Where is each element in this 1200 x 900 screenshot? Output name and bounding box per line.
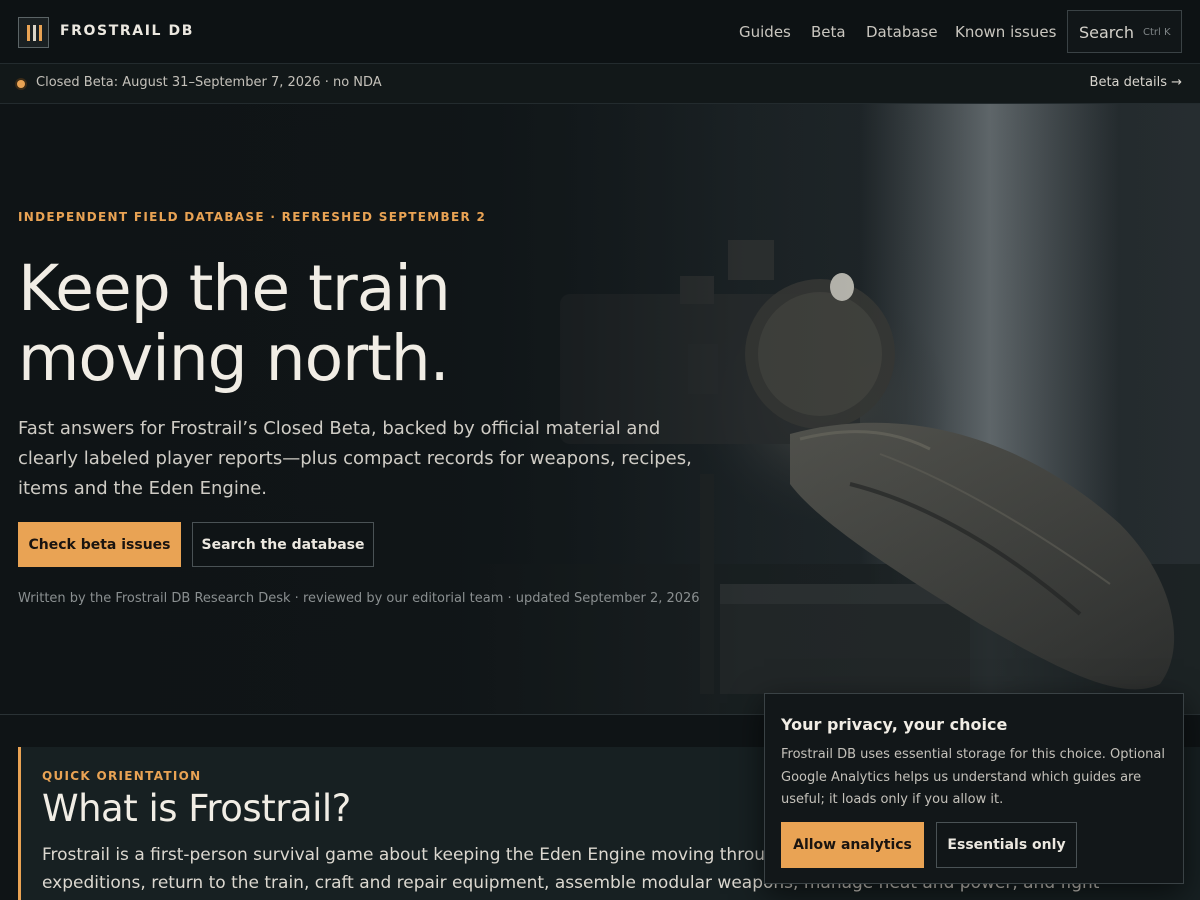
hero-eyebrow: INDEPENDENT FIELD DATABASE · REFRESHED S… xyxy=(18,210,487,224)
hero-description: Fast answers for Frostrail’s Closed Beta… xyxy=(18,418,692,499)
privacy-consent-dialog: Your privacy, your choice Frostrail DB u… xyxy=(764,693,1184,884)
search-button[interactable]: Search Ctrl K xyxy=(1067,10,1182,53)
beta-details-link[interactable]: Beta details → xyxy=(1090,75,1182,90)
nav-link-database[interactable]: Database xyxy=(866,23,938,41)
nav-link-known-issues[interactable]: Known issues xyxy=(955,23,1056,41)
logo-icon[interactable] xyxy=(18,17,49,48)
hero-title-line-2: moving north. xyxy=(18,322,450,395)
search-database-button[interactable]: Search the database xyxy=(192,522,374,567)
nav-link-beta[interactable]: Beta xyxy=(811,23,846,41)
beta-dates-text: Closed Beta: August 31–September 7, 2026… xyxy=(36,75,382,90)
hero-byline: Written by the Frostrail DB Research Des… xyxy=(18,591,700,606)
hero-title-line-1: Keep the train xyxy=(18,252,451,325)
essentials-only-button[interactable]: Essentials only xyxy=(936,822,1077,868)
allow-analytics-button[interactable]: Allow analytics xyxy=(781,822,924,868)
search-label: Search xyxy=(1079,23,1134,42)
privacy-title: Your privacy, your choice xyxy=(781,715,1008,734)
beta-announcement-strip: Closed Beta: August 31–September 7, 2026… xyxy=(0,64,1200,104)
orientation-kicker: QUICK ORIENTATION xyxy=(42,769,202,783)
privacy-body: Frostrail DB uses essential storage for … xyxy=(781,747,1165,807)
search-shortcut-hint: Ctrl K xyxy=(1143,27,1171,38)
hero-title: Keep the train moving north. xyxy=(18,254,578,394)
brand-name[interactable]: FROSTRAIL DB xyxy=(60,23,194,39)
nav-link-guides[interactable]: Guides xyxy=(739,23,791,41)
hero-section: INDEPENDENT FIELD DATABASE · REFRESHED S… xyxy=(0,104,1200,715)
check-beta-issues-button[interactable]: Check beta issues xyxy=(18,522,181,567)
top-navigation-bar: FROSTRAIL DB Guides Beta Database Known … xyxy=(0,0,1200,64)
hero-gradient-overlay xyxy=(0,104,1200,714)
status-dot-icon xyxy=(17,80,25,88)
orientation-title: What is Frostrail? xyxy=(42,787,351,830)
